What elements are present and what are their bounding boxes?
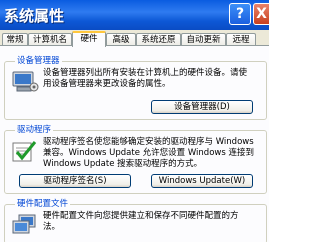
device-manager-group: 设备管理器 设备管理器列出所有安装在计算机上的硬件设备。请使 用设备管理器来更改…	[4, 56, 267, 120]
device-manager-group-title: 设备管理器	[15, 56, 62, 66]
hardware-profiles-icon	[12, 214, 36, 234]
hardware-profiles-group: 硬件配置文件 硬件配置文件向您提供建立和保存不同硬件配置的方 法。	[4, 199, 267, 242]
hardware-profiles-description-line2: 法。	[43, 222, 61, 232]
hardware-profiles-description-line1: 硬件配置文件向您提供建立和保存不同硬件配置的方	[43, 211, 239, 221]
driver-signing-button[interactable]: 驱动程序签名(S)	[19, 174, 131, 188]
drivers-description-line1: 驱动程序签名使您能够确定安装的驱动程序与 Windows	[43, 137, 254, 147]
close-button[interactable]: X	[253, 3, 269, 25]
tab-strip: 常规 计算机名 硬件 高级 系统还原 自动更新 远程	[0, 31, 269, 47]
drivers-group: 驱动程序 驱动程序签名使您能够确定安装的驱动程序与 Windows 兼容。Win…	[4, 125, 267, 194]
window-title: 系统属性	[4, 7, 65, 25]
hardware-profiles-group-title: 硬件配置文件	[15, 199, 71, 209]
system-properties-window: 系统属性 ? X 常规 计算机名 硬件 高级 系统还原 自动更新 远程 设备管理…	[0, 0, 269, 242]
windows-update-button[interactable]: Windows Update(W)	[151, 174, 253, 188]
drivers-description-line2: 兼容。Windows Update 允许您设置 Windows 连接到	[43, 148, 254, 158]
help-button[interactable]: ?	[229, 3, 251, 25]
driver-signing-icon	[12, 141, 37, 162]
title-bar[interactable]: 系统属性 ? X	[0, 0, 269, 30]
device-manager-description-line1: 设备管理器列出所有安装在计算机上的硬件设备。请使	[43, 68, 248, 78]
drivers-group-title: 驱动程序	[15, 125, 54, 135]
device-manager-description-line2: 用设备管理器来更改设备的属性。	[43, 79, 171, 89]
device-manager-icon	[12, 71, 39, 92]
close-icon: X	[256, 6, 267, 22]
tab-hardware[interactable]: 硬件	[72, 31, 106, 47]
device-manager-button[interactable]: 设备管理器(D)	[151, 100, 253, 114]
hardware-tab-panel: 设备管理器 设备管理器列出所有安装在计算机上的硬件设备。请使 用设备管理器来更改…	[0, 45, 269, 242]
help-icon: ?	[235, 6, 245, 22]
drivers-description-line3: Windows Update 搜索驱动程序的方式。	[43, 159, 203, 169]
